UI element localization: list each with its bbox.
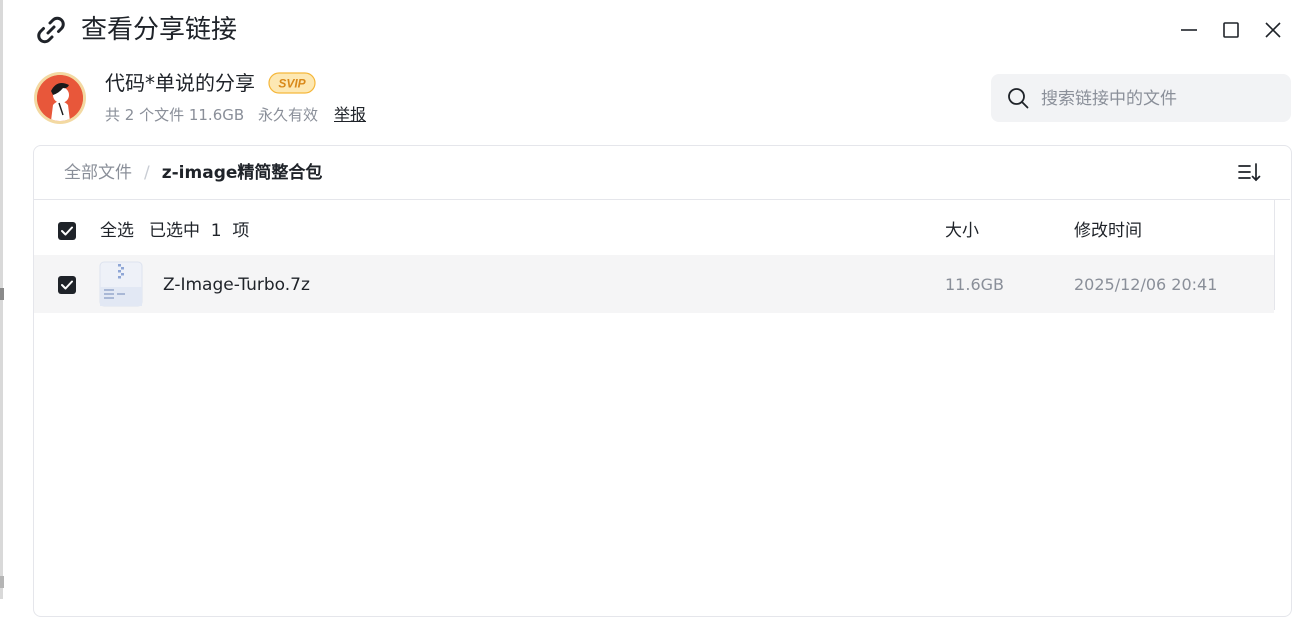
divider [34, 199, 1290, 200]
row-checkbox[interactable] [58, 276, 76, 294]
close-icon [1265, 22, 1281, 38]
sort-icon [1238, 163, 1261, 182]
maximize-icon [1223, 22, 1239, 38]
report-link[interactable]: 举报 [334, 104, 366, 126]
share-meta: 共 2 个文件 11.6GB 永久有效 [105, 104, 327, 126]
zip-file-icon [99, 261, 143, 307]
column-header-modified[interactable]: 修改时间 [1074, 218, 1142, 244]
breadcrumb-root[interactable]: 全部文件 [64, 163, 132, 183]
sort-button[interactable] [1236, 160, 1262, 186]
search-box[interactable] [991, 74, 1291, 124]
file-size: 11.6GB [945, 275, 1004, 294]
window-title: 查看分享链接 [81, 15, 238, 45]
avatar[interactable] [34, 72, 86, 124]
scrollbar-track [1274, 200, 1275, 310]
check-icon [61, 226, 73, 236]
avatar-image [37, 75, 83, 121]
breadcrumb: 全部文件 / z-image精简整合包 [64, 160, 322, 186]
svip-badge-label: SVIP [278, 77, 306, 91]
select-all-checkbox[interactable] [58, 222, 76, 240]
file-panel [33, 145, 1292, 617]
column-header-size[interactable]: 大小 [945, 218, 979, 244]
minimize-button[interactable] [1171, 12, 1207, 48]
close-button[interactable] [1255, 12, 1291, 48]
breadcrumb-separator: / [144, 163, 150, 183]
file-name[interactable]: Z-Image-Turbo.7z [163, 272, 310, 298]
file-count: 共 2 个文件 11.6GB [105, 106, 245, 124]
breadcrumb-current: z-image精简整合包 [161, 163, 323, 183]
title-bar: 查看分享链接 [0, 0, 1302, 60]
background-window-fragment [0, 576, 4, 588]
file-modified-time: 2025/12/06 20:41 [1074, 275, 1218, 294]
svip-badge: SVIP [268, 72, 316, 94]
selected-count: 已选中 1 项 [149, 221, 250, 241]
validity: 永久有效 [257, 106, 318, 124]
search-icon [1008, 88, 1029, 109]
sharer-name: 代码*单说的分享 [105, 71, 255, 95]
search-input[interactable] [1039, 74, 1283, 124]
link-icon [33, 12, 69, 48]
background-window-fragment [0, 288, 4, 300]
select-all-label[interactable]: 全选 [100, 218, 134, 244]
maximize-button[interactable] [1213, 12, 1249, 48]
minimize-icon [1181, 29, 1197, 31]
check-icon [61, 280, 73, 290]
